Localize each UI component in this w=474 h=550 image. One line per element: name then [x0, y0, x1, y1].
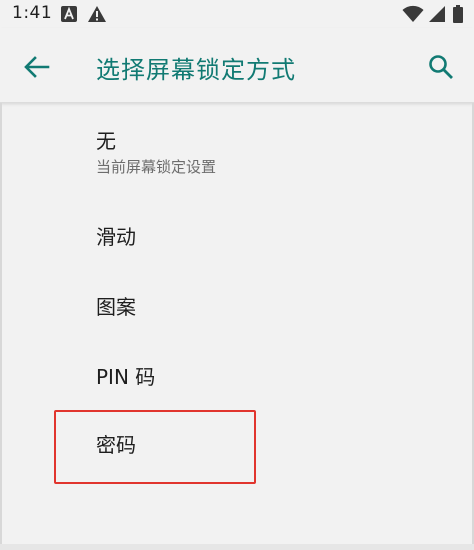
warning-icon	[87, 5, 107, 23]
lock-option-pattern[interactable]: 图案	[0, 259, 474, 329]
cellular-signal-icon	[428, 5, 448, 23]
battery-icon	[452, 5, 464, 23]
lock-option-title: PIN 码	[96, 365, 156, 389]
back-arrow-icon	[24, 56, 50, 78]
a-box-icon	[60, 5, 80, 23]
bottom-edge	[0, 544, 474, 550]
status-time: 1:41	[12, 3, 53, 23]
lock-option-none[interactable]: 无 当前屏幕锁定设置	[0, 103, 474, 189]
wifi-icon	[402, 5, 424, 23]
toolbar: 选择屏幕锁定方式	[0, 28, 474, 102]
lock-option-swipe[interactable]: 滑动	[0, 189, 474, 259]
back-button[interactable]	[20, 50, 54, 84]
status-bar: 1:41	[0, 0, 474, 28]
page-title: 选择屏幕锁定方式	[96, 56, 296, 84]
lock-option-title: 图案	[96, 295, 136, 319]
search-button[interactable]	[424, 50, 458, 84]
lock-screen-settings-page: 1:41 选择屏幕锁定方式 无 当前屏幕锁定设置 滑动 图案 PIN 码 密码	[0, 0, 474, 550]
lock-option-pin[interactable]: PIN 码	[0, 329, 474, 399]
search-icon	[429, 55, 453, 79]
lock-option-title: 无	[96, 129, 116, 153]
lock-option-summary: 当前屏幕锁定设置	[96, 158, 217, 176]
lock-option-title: 滑动	[96, 225, 136, 249]
highlight-box	[54, 410, 256, 484]
